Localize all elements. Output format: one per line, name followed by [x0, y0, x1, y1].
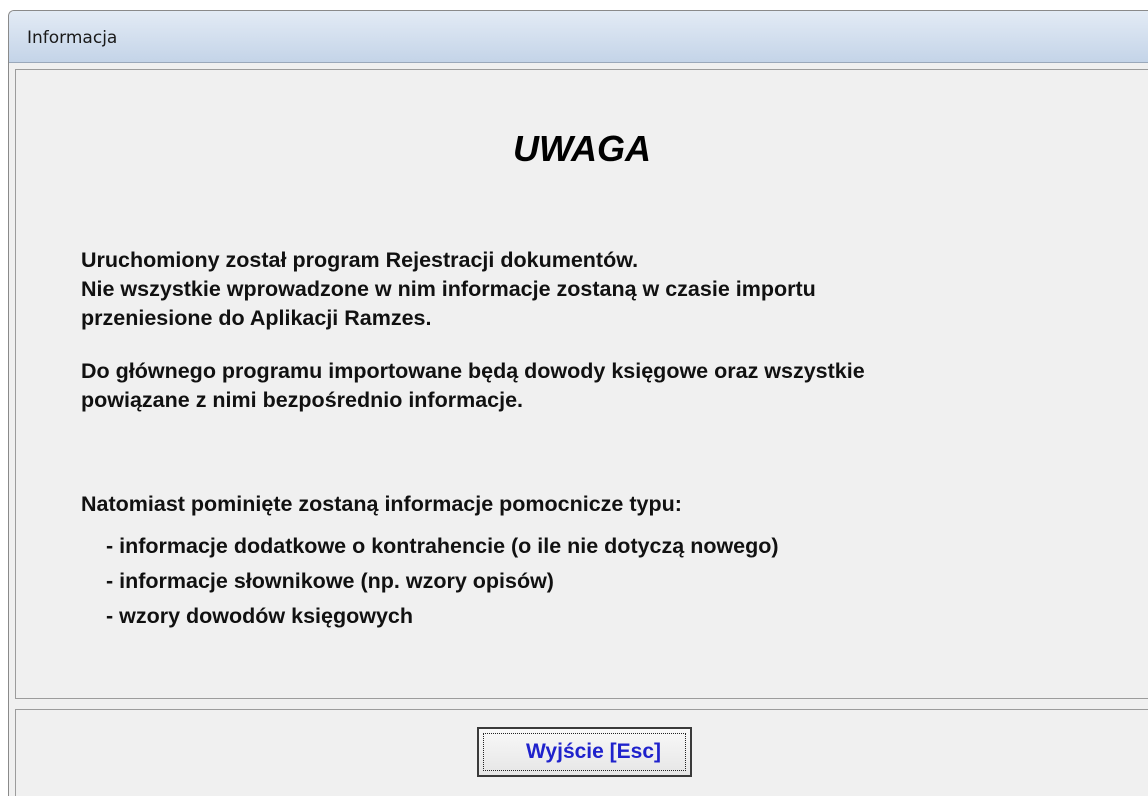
notice-heading: UWAGA: [513, 128, 651, 169]
paragraph-import-scope: Do głównego programu importowane będą do…: [81, 357, 865, 415]
paragraph-omitted-intro: Natomiast pominięte zostaną informacje p…: [81, 492, 682, 516]
paragraph-line: Do głównego programu importowane będą do…: [81, 359, 865, 383]
paragraph-line: przeniesione do Aplikacji Ramzes.: [81, 306, 432, 330]
paragraph-line: Uruchomiony został program Rejestracji d…: [81, 248, 639, 272]
window-title: Informacja: [27, 28, 118, 48]
paragraph-program-started: Uruchomiony został program Rejestracji d…: [81, 246, 816, 333]
list-item-document-templates: - wzory dowodów księgowych: [106, 604, 414, 628]
list-item-contractor-info: - informacje dodatkowe o kontrahencie (o…: [106, 534, 779, 558]
message-panel: UWAGA Uruchomiony został program Rejestr…: [15, 69, 1148, 699]
exit-button[interactable]: Wyjście [Esc]: [477, 727, 692, 777]
dialog-body: UWAGA Uruchomiony został program Rejestr…: [15, 63, 1148, 796]
list-item-dictionary-info: - informacje słownikowe (np. wzory opisó…: [106, 569, 554, 593]
title-bar[interactable]: Informacja: [9, 11, 1148, 63]
paragraph-line: powiązane z nimi bezpośrednio informacje…: [81, 388, 524, 412]
button-panel: Wyjście [Esc]: [15, 709, 1148, 796]
exit-button-label: Wyjście [Esc]: [525, 740, 661, 763]
dialog-window: Informacja UWAGA Uruchomiony został prog…: [8, 10, 1148, 796]
paragraph-line: Nie wszystkie wprowadzone w nim informac…: [81, 277, 816, 301]
